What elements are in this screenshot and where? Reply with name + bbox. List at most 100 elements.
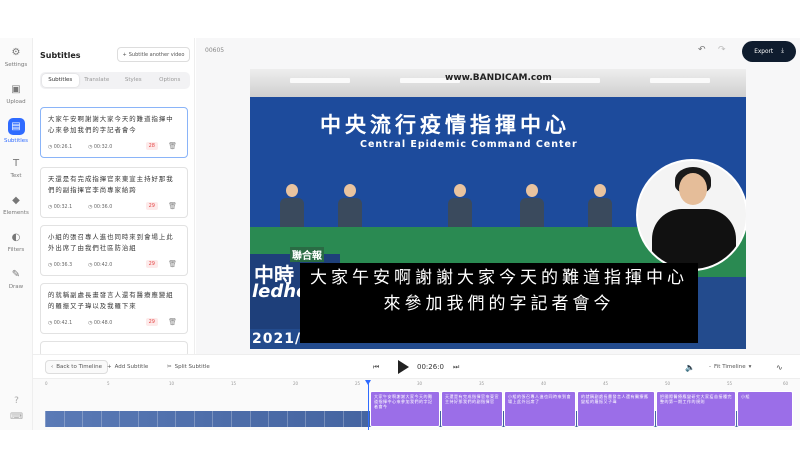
- video-preview[interactable]: www.BANDICAM.com 中央流行疫情指揮中心 Central Epid…: [250, 69, 746, 349]
- thumbnail-divider: [305, 411, 307, 427]
- end-time[interactable]: 00:48.0: [94, 321, 112, 326]
- tick-label: 5: [107, 381, 110, 386]
- subtitle-card[interactable]: 小組的張召專人進也同時來到會場上此外出席了由我們社區防治組 ◷ 00:36.3 …: [40, 225, 188, 276]
- rail-subtitles[interactable]: ▤ Subtitles: [0, 112, 32, 149]
- rail-label: Text: [10, 173, 22, 179]
- redo-icon[interactable]: ↷: [718, 45, 726, 55]
- thumbnail-divider: [100, 411, 102, 427]
- playback-controls: ‹ Back to Timeline + Add Subtitle ✂ Split S…: [33, 354, 800, 378]
- tick-label: 60: [783, 381, 789, 386]
- export-button[interactable]: Export ⤓: [742, 41, 796, 62]
- thumbnail-divider: [249, 411, 251, 427]
- help-icon[interactable]: ?: [14, 396, 19, 406]
- thumbnail-divider: [119, 411, 121, 427]
- split-subtitle-button[interactable]: ✂ Split Subtitle: [167, 360, 210, 374]
- rail-label: Draw: [8, 284, 24, 290]
- tick-label: 0: [45, 381, 48, 386]
- subtitle-clip[interactable]: 天還是有完成指揮官來東宣主持好那我們的副指揮官: [441, 391, 503, 427]
- panel-tabs: Subtitles Translate Styles Options: [40, 72, 190, 89]
- timeline[interactable]: 0 5 10 15 20 25 30 35 40 45 50 55 60 大家午…: [33, 378, 800, 431]
- subtitle-overlay[interactable]: 大家午安啊謝謝大家今天的難道指揮中心來參加我們的字記者會今: [300, 263, 698, 343]
- tick-label: 15: [231, 381, 237, 386]
- clip-text: 的就稱副處長畫發言人還有醫療應變組的羅振又子瑋: [581, 394, 649, 404]
- thumbnail-divider: [175, 411, 177, 427]
- tick-label: 50: [665, 381, 671, 386]
- subtitle-timing: ◷ 00:36.3 ◷ 00:42.0 29 🗑: [48, 260, 181, 270]
- left-rail: ⚙ Settings ▣ Upload ▤ Subtitles T Text ◆ Elem…: [0, 38, 33, 430]
- waveform-icon[interactable]: ∿: [776, 360, 783, 374]
- tab-styles[interactable]: Styles: [115, 74, 152, 87]
- rail-label: Subtitles: [3, 137, 29, 144]
- playhead[interactable]: [365, 380, 371, 431]
- subtitle-text[interactable]: 天還是有完成指揮官來東宣主持好那我們的副指揮官李尚專家給跨: [48, 174, 180, 196]
- clock-icon: ◷: [88, 144, 93, 150]
- subtitle-clip[interactable]: 的就稱副處長畫發言人還有醫療應變組的羅振又子瑋: [577, 391, 655, 427]
- thumbnail-divider: [324, 411, 325, 427]
- rail-settings[interactable]: ⚙ Settings: [0, 38, 32, 75]
- rail-filters[interactable]: ◐ Filters: [0, 223, 32, 260]
- rewind-icon[interactable]: ⏮: [373, 360, 379, 374]
- start-time[interactable]: 00:26.1: [54, 145, 72, 150]
- add-label: Add Subtitle: [114, 364, 149, 370]
- project-id[interactable]: 00605: [205, 47, 224, 54]
- subtitle-clip[interactable]: 小組: [737, 391, 793, 427]
- thumbnail-divider: [268, 411, 270, 427]
- rail-draw[interactable]: ✎ Draw: [0, 260, 32, 297]
- trash-icon[interactable]: 🗑: [168, 318, 177, 326]
- rail-text[interactable]: T Text: [0, 149, 32, 186]
- rail-bottom: ? ⌨: [0, 396, 33, 422]
- clock-icon: ◷: [48, 262, 53, 268]
- subtitle-card[interactable]: 大家午安啊謝謝大家今天的難道指揮中心來參加我們的字記者會今 ◷ 00:26.1 …: [40, 107, 188, 158]
- subtitle-another-video-button[interactable]: + Subtitle another video: [117, 47, 190, 62]
- clock-icon: ◷: [48, 204, 53, 210]
- tab-options[interactable]: Options: [152, 74, 189, 87]
- thumbnail-divider: [286, 411, 288, 427]
- zoom-icon: -: [709, 364, 711, 370]
- clip-text: 天還是有完成指揮官來東宣主持好那我們的副指揮官: [445, 394, 499, 404]
- subtitle-card[interactable]: 的就稱副處長畫發言人還有醫療應變組的羅振又子瑋以及我羅下來 ◷ 00:42.1 …: [40, 283, 188, 334]
- start-time[interactable]: 00:32.1: [54, 205, 72, 210]
- subtitle-card[interactable]: 天還是有完成指揮官來東宣主持好那我們的副指揮官李尚專家給跨 ◷ 00:32.1 …: [40, 167, 188, 218]
- keyboard-icon[interactable]: ⌨: [10, 412, 23, 422]
- trash-icon[interactable]: 🗑: [168, 202, 177, 210]
- tab-subtitles[interactable]: Subtitles: [42, 74, 79, 87]
- play-icon[interactable]: [398, 360, 409, 374]
- pen-icon: ✎: [11, 268, 21, 280]
- text-icon: T: [12, 157, 20, 169]
- back-to-timeline-button[interactable]: ‹ Back to Timeline: [45, 360, 108, 374]
- subtitle-text[interactable]: 大家午安啊謝謝大家今天的難道指揮中心來參加我們的字記者會今: [48, 114, 180, 136]
- volume-icon[interactable]: 🔈: [685, 360, 695, 374]
- chevron-down-icon: ▾: [748, 364, 752, 370]
- trash-icon[interactable]: 🗑: [168, 142, 177, 150]
- clip-text: 小組的張召專人進也同時來到會場上此外出席了: [508, 394, 571, 404]
- end-time[interactable]: 00:32.0: [94, 145, 112, 150]
- subtitle-text[interactable]: 小組的張召專人進也同時來到會場上此外出席了由我們社區防治組: [48, 232, 180, 254]
- video-banner: 中央流行疫情指揮中心: [320, 113, 570, 137]
- start-time[interactable]: 00:42.1: [54, 321, 72, 326]
- forward-icon[interactable]: ⏭: [453, 360, 459, 374]
- another-label: Subtitle another video: [128, 51, 185, 58]
- tab-translate[interactable]: Translate: [79, 74, 116, 87]
- thumbnail-divider: [82, 411, 84, 427]
- video-watermark: www.BANDICAM.com: [445, 73, 552, 83]
- back-label: Back to Timeline: [56, 364, 102, 370]
- add-subtitle-button[interactable]: + Add Subtitle: [107, 360, 148, 374]
- rail-upload[interactable]: ▣ Upload: [0, 75, 32, 112]
- start-time[interactable]: 00:36.3: [54, 263, 72, 268]
- subtitle-clip[interactable]: 小組的張召專人進也同時來到會場上此外出席了: [504, 391, 576, 427]
- thumbnail-divider: [231, 411, 232, 427]
- subtitle-clip[interactable]: 大家午安啊謝謝大家今天的難道指揮中心來參加我們的字記者會今: [370, 391, 440, 427]
- trash-icon[interactable]: 🗑: [168, 260, 177, 268]
- fit-timeline-select[interactable]: - Fit Timeline ▾: [709, 360, 751, 374]
- undo-icon[interactable]: ↶: [698, 45, 706, 55]
- subtitle-clip[interactable]: 把國際醫療應變研究大家疫苗接種完整的第一期工作的規則: [656, 391, 736, 427]
- rail-elements[interactable]: ◆ Elements: [0, 186, 32, 223]
- editor-main: 00605 ↶ ↷ Export ⤓ www.BANDICAM.com 中央流行疫…: [196, 38, 800, 354]
- clock-icon: ◷: [88, 262, 93, 268]
- end-time[interactable]: 00:42.0: [94, 263, 112, 268]
- end-time[interactable]: 00:36.0: [94, 205, 112, 210]
- subtitle-text[interactable]: 的就稱副處長畫發言人還有醫療應變組的羅振又子瑋以及我羅下來: [48, 290, 180, 312]
- thumbnail-divider: [156, 411, 158, 427]
- subtitle-timing: ◷ 00:32.1 ◷ 00:36.0 29 🗑: [48, 202, 181, 212]
- fit-label: Fit Timeline: [714, 364, 746, 370]
